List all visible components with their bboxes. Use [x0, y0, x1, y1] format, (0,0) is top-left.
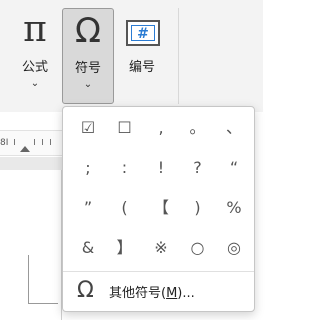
numbering-icon-glyph: #	[131, 25, 155, 42]
symbol-cell[interactable]: !	[146, 153, 176, 183]
ruler-tick	[42, 139, 43, 145]
symbol-label: 符号	[74, 61, 101, 76]
chevron-down-icon: ⌄	[83, 79, 93, 90]
ruler-tick	[34, 139, 35, 145]
symbol-cell[interactable]: %	[219, 193, 249, 223]
omega-icon: Ω	[77, 278, 94, 303]
ribbon-separator	[178, 8, 179, 104]
symbol-cell[interactable]: ,	[146, 113, 176, 143]
ribbon: π 公式 ⌄ Ω 符号 ⌄ # 编号	[0, 0, 263, 112]
symbol-cell[interactable]: ◎	[219, 233, 249, 263]
symbol-cell[interactable]: ;	[73, 153, 103, 183]
numbering-label: 编号	[128, 60, 155, 75]
symbol-cell[interactable]: ”	[73, 193, 103, 223]
ruler-tick	[50, 139, 51, 145]
symbol-cell[interactable]: )	[183, 193, 213, 223]
symbol-cell[interactable]: ?	[183, 153, 213, 183]
symbol-dropdown: ☑ ☐,。、;:!? “ ”(【)% &】 ※ ○ ◎ Ω 其他符号(M)...	[62, 106, 255, 312]
symbol-cell[interactable]: &	[73, 233, 103, 263]
symbol-cell[interactable]: “	[219, 153, 249, 183]
more-symbols-item[interactable]: Ω 其他符号(M)...	[63, 273, 254, 309]
more-symbols-label: 其他符号(M)...	[109, 286, 195, 301]
ruler-text: 8I	[0, 138, 9, 148]
ruler-tick	[14, 139, 15, 145]
symbol-cell[interactable]: :	[110, 153, 140, 183]
symbol-cell[interactable]: 、	[219, 113, 249, 143]
symbol-cell[interactable]: 【	[146, 193, 176, 223]
dropdown-separator	[63, 271, 254, 272]
margin-corner-mark	[28, 303, 58, 304]
symbol-cell[interactable]: 】	[110, 233, 140, 263]
symbol-cell[interactable]: ☐	[110, 113, 140, 143]
symbol-cell[interactable]: ☑	[73, 113, 103, 143]
numbering-button[interactable]: # 编号	[118, 8, 166, 104]
symbol-cell[interactable]: (	[110, 193, 140, 223]
document-page[interactable]	[0, 170, 62, 320]
margin-corner-mark	[28, 255, 29, 303]
formula-button[interactable]: π 公式 ⌄	[10, 8, 60, 104]
indent-marker[interactable]	[20, 146, 30, 152]
numbering-icon: #	[126, 20, 160, 46]
ruler: 8I	[0, 130, 62, 156]
chevron-down-icon: ⌄	[30, 78, 40, 89]
pi-icon: π	[23, 9, 47, 50]
omega-icon: Ω	[75, 11, 101, 51]
formula-label: 公式	[21, 60, 48, 75]
symbol-cell[interactable]: ※	[146, 233, 176, 263]
symbol-cell[interactable]: ○	[183, 233, 213, 263]
symbol-cell[interactable]: 。	[183, 113, 213, 143]
symbol-button[interactable]: Ω 符号 ⌄	[62, 8, 114, 104]
